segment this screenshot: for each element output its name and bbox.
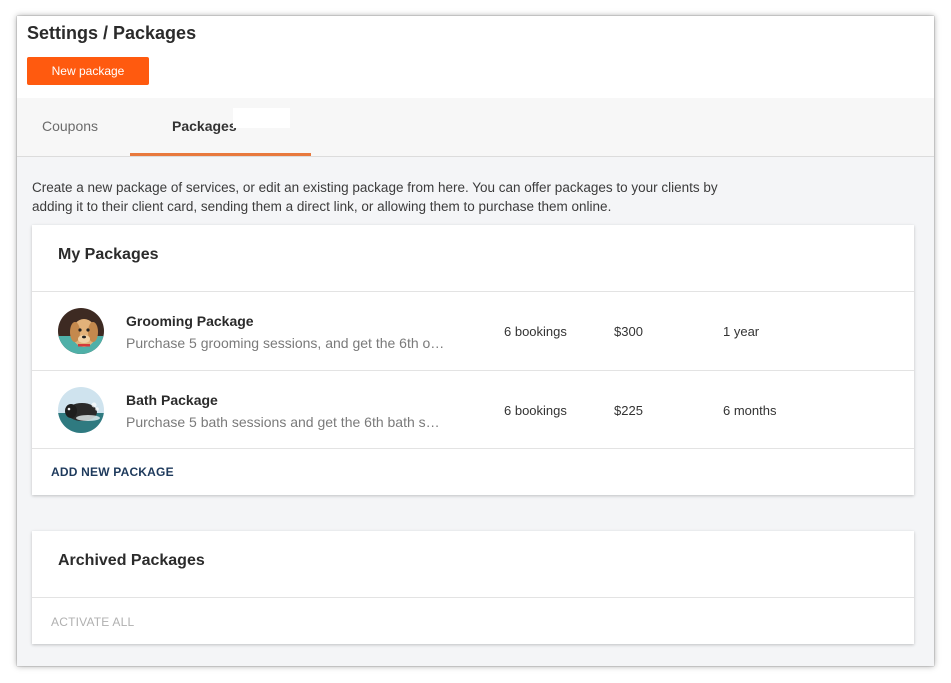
settings-window: Settings / Packages New package Coupons … [17,16,934,666]
activate-all-link[interactable]: ACTIVATE ALL [51,615,134,629]
my-packages-title: My Packages [58,246,159,263]
new-package-button[interactable]: New package [27,57,149,85]
tab-coupons[interactable]: Coupons [42,98,98,155]
intro-text: Create a new package of services, or edi… [32,180,718,214]
dog-bath-avatar-icon [58,387,104,433]
divider [32,597,914,598]
tab-blank-area [233,108,290,128]
package-name: Bath Package [126,392,218,408]
page-header: Settings / Packages New package [17,16,934,98]
archived-packages-title: Archived Packages [58,552,205,569]
package-description: Purchase 5 grooming sessions, and get th… [126,335,445,351]
package-description: Purchase 5 bath sessions and get the 6th… [126,414,440,430]
tab-packages-label: Packages [172,118,237,134]
package-bookings: 6 bookings [504,324,567,339]
divider [32,448,914,449]
package-row-bath[interactable]: Bath Package Purchase 5 bath sessions an… [32,371,914,449]
dog-avatar-icon [58,308,104,354]
my-packages-card: My Packages Grooming Package Purchase 5 … [32,225,914,495]
add-new-package-link[interactable]: ADD NEW PACKAGE [51,465,174,479]
package-bookings: 6 bookings [504,403,567,418]
archived-packages-card: Archived Packages ACTIVATE ALL [32,531,914,644]
active-tab-indicator [130,153,311,156]
package-name: Grooming Package [126,313,254,329]
tab-bar: Coupons Packages [17,98,934,157]
package-price: $300 [614,324,643,339]
package-price: $225 [614,403,643,418]
package-row-grooming[interactable]: Grooming Package Purchase 5 grooming ses… [32,292,914,370]
package-duration: 6 months [723,403,777,418]
page-title: Settings / Packages [27,23,197,43]
package-duration: 1 year [723,324,760,339]
